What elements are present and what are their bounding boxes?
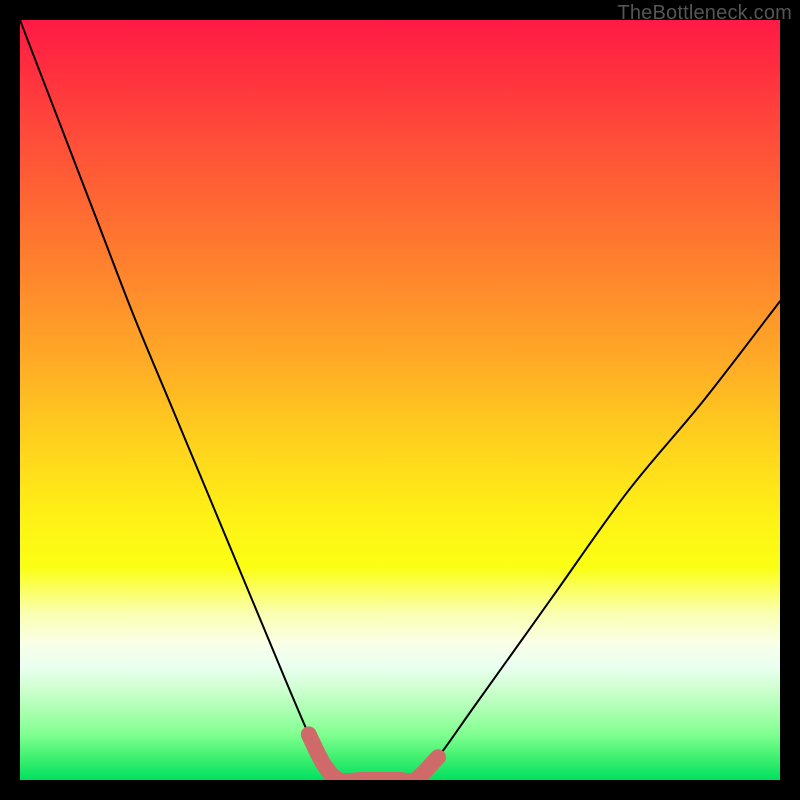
- highlight-segment-path: [309, 734, 438, 780]
- curve-svg: [20, 20, 780, 780]
- plot-area: [20, 20, 780, 780]
- bottleneck-curve-path: [20, 20, 780, 780]
- chart-stage: TheBottleneck.com: [0, 0, 800, 800]
